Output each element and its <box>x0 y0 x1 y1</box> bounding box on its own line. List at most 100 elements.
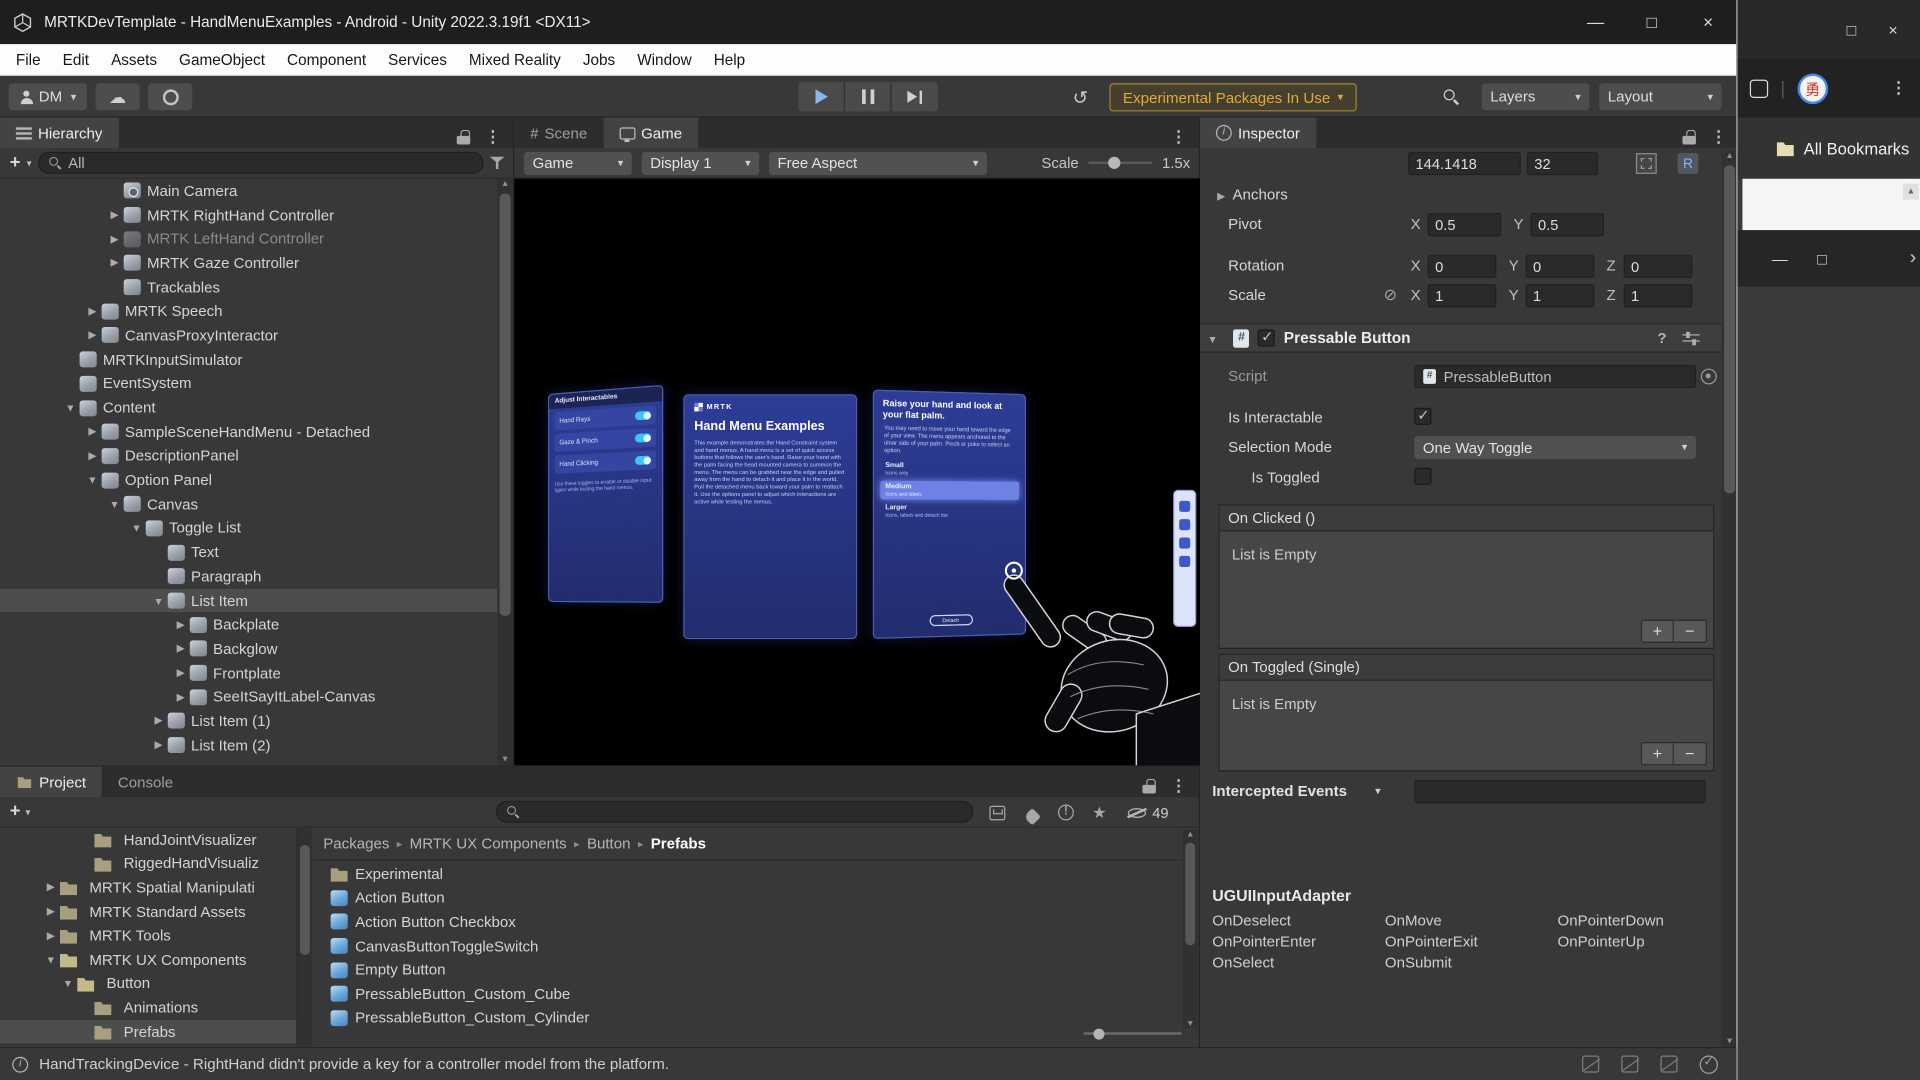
rotation-x-field[interactable]: 0 <box>1428 255 1497 278</box>
create-object-button[interactable] <box>10 152 21 174</box>
step-button[interactable] <box>891 82 938 111</box>
display-dropdown[interactable]: Display 1 <box>642 151 760 174</box>
hand-menu-option[interactable]: Small Icons only <box>880 459 1019 479</box>
expand-arrow-icon[interactable]: ▶ <box>105 256 123 269</box>
expand-arrow-icon[interactable]: ▶ <box>149 714 167 727</box>
maximize-button[interactable]: □ <box>1624 0 1680 44</box>
browser-menu-icon[interactable] <box>1891 77 1907 99</box>
layers-dropdown[interactable]: Layers <box>1482 83 1590 110</box>
expand-arrow-icon[interactable]: ▶ <box>171 642 189 655</box>
browser-close-button[interactable]: × <box>1872 20 1914 38</box>
expand-arrow-icon[interactable]: ▶ <box>83 425 101 438</box>
pivot-x-field[interactable]: 0.5 <box>1428 213 1501 236</box>
hierarchy-row[interactable]: EventSystem <box>0 372 497 396</box>
mute-icon[interactable] <box>1582 1056 1599 1073</box>
inspector-scrollbar[interactable]: ▲ ▼ <box>1722 151 1737 1047</box>
game-view-dropdown[interactable]: Game <box>524 151 632 174</box>
toggle-row[interactable]: Hand Clicking <box>555 450 656 473</box>
experimental-packages-button[interactable]: Experimental Packages In Use <box>1109 83 1356 111</box>
inspector-menu-icon[interactable] <box>1711 126 1727 148</box>
hierarchy-row[interactable]: ▶ MRTK RightHand Controller <box>0 203 497 227</box>
create-asset-button[interactable] <box>10 801 21 823</box>
create-asset-dropdown-icon[interactable]: ▾ <box>25 806 30 817</box>
hierarchy-search-input[interactable]: All <box>38 152 484 174</box>
is-interactable-checkbox[interactable] <box>1414 408 1431 425</box>
expand-arrow-icon[interactable]: ▶ <box>105 232 123 245</box>
script-object-field[interactable]: PressableButton <box>1414 365 1696 388</box>
project-tree-row[interactable]: Animations <box>0 996 296 1020</box>
toolbar-search-button[interactable] <box>1442 88 1459 111</box>
menu-item[interactable]: Jobs <box>572 44 626 75</box>
pressable-button-header[interactable]: Pressable Button <box>1200 323 1736 352</box>
tab-hierarchy[interactable]: Hierarchy <box>0 118 118 149</box>
expand-arrow-icon[interactable]: ▶ <box>105 208 123 221</box>
hierarchy-row[interactable]: ▶ List Item (2) <box>0 733 497 757</box>
toggle-row[interactable]: Hand Rays <box>555 405 656 430</box>
intercepted-events-field[interactable] <box>1414 780 1705 803</box>
create-dropdown-icon[interactable]: ▾ <box>27 157 32 168</box>
asset-row[interactable]: Action Button <box>313 886 1182 910</box>
scale-y-field[interactable]: 1 <box>1526 284 1595 307</box>
expand-arrow-icon[interactable]: ▼ <box>149 595 167 607</box>
tab-preview-icon[interactable] <box>1750 79 1768 97</box>
hidden-packages-toggle[interactable]: 49 <box>1127 804 1169 821</box>
component-foldout-icon[interactable] <box>1207 327 1225 349</box>
scale-slider[interactable] <box>1089 162 1153 164</box>
game-panel-menu-icon[interactable] <box>1171 126 1187 148</box>
hierarchy-row[interactable]: ▼ Toggle List <box>0 516 497 540</box>
hierarchy-row[interactable]: MRTKInputSimulator <box>0 348 497 372</box>
rotation-z-field[interactable]: 0 <box>1624 255 1693 278</box>
pause-button[interactable] <box>845 82 892 111</box>
project-tree-row[interactable]: ▶ MRTK Spatial Manipulati <box>0 876 296 900</box>
menu-item[interactable]: Window <box>626 44 702 75</box>
expand-arrow-icon[interactable]: ▶ <box>42 929 60 942</box>
add-event-button[interactable]: + <box>1642 743 1674 764</box>
favorites-icon[interactable] <box>1092 802 1106 824</box>
rotation-y-field[interactable]: 0 <box>1526 255 1595 278</box>
profile-avatar[interactable]: 勇 <box>1797 73 1828 104</box>
hierarchy-row[interactable]: ▶ Backplate <box>0 613 497 637</box>
tab-game[interactable]: Game <box>603 118 698 149</box>
flyout-scroll-up-icon[interactable]: ▲ <box>1903 184 1919 200</box>
breadcrumb-item[interactable]: Packages <box>323 835 389 852</box>
asset-zoom-slider[interactable] <box>1084 1029 1182 1039</box>
hierarchy-row[interactable]: ▶ DescriptionPanel <box>0 444 497 468</box>
hierarchy-row[interactable]: ▶ List Item (1) <box>0 709 497 733</box>
expand-arrow-icon[interactable]: ▼ <box>105 498 123 510</box>
asset-row[interactable]: PressableButton_Custom_Cylinder <box>313 1006 1182 1030</box>
tab-console[interactable]: Console <box>102 767 189 798</box>
rect-width-field[interactable]: 144.1418 <box>1408 152 1521 175</box>
asset-row[interactable]: Empty Button <box>313 958 1182 982</box>
cloud-services-button[interactable] <box>96 83 140 110</box>
hierarchy-row[interactable]: ▼ Canvas <box>0 492 497 516</box>
presets-icon[interactable] <box>1682 331 1699 344</box>
hierarchy-scrollbar[interactable]: ▲ ▼ <box>497 179 513 766</box>
hierarchy-row[interactable]: ▼ Option Panel <box>0 468 497 492</box>
project-tree-row[interactable]: Prefabs <box>0 1020 296 1044</box>
toggle-switch[interactable] <box>635 411 651 421</box>
add-event-button[interactable]: + <box>1642 621 1674 642</box>
expand-arrow-icon[interactable]: ▼ <box>83 474 101 486</box>
project-lock-icon[interactable] <box>1142 779 1155 794</box>
hierarchy-row[interactable]: ▶ Backglow <box>0 637 497 661</box>
remove-event-button[interactable]: − <box>1674 743 1706 764</box>
layout-dropdown[interactable]: Layout <box>1599 83 1721 110</box>
search-alert-icon[interactable] <box>1058 804 1074 826</box>
browser-maximize-button[interactable]: □ <box>1831 20 1873 38</box>
expand-arrow-icon[interactable]: ▼ <box>61 402 79 414</box>
hierarchy-row[interactable]: ▶ SampleSceneHandMenu - Detached <box>0 420 497 444</box>
search-by-label-icon[interactable] <box>1026 807 1038 829</box>
tab-scene[interactable]: Scene <box>514 118 603 149</box>
hierarchy-row[interactable]: ▼ List Item <box>0 589 497 613</box>
hierarchy-row[interactable]: ▶ MRTK Gaze Controller <box>0 251 497 275</box>
hierarchy-row[interactable]: Main Camera <box>0 179 497 203</box>
menu-item[interactable]: Help <box>703 44 757 75</box>
rect-height-field[interactable]: 32 <box>1527 152 1598 175</box>
undo-history-button[interactable] <box>1073 87 1088 110</box>
anchors-foldout[interactable]: Anchors <box>1217 184 1731 208</box>
remove-event-button[interactable]: − <box>1674 621 1706 642</box>
asset-list-scrollbar[interactable]: ▲ ▼ <box>1183 830 1198 1028</box>
project-tree-row[interactable]: RiggedHandVisualiz <box>0 852 296 876</box>
hierarchy-row[interactable]: ▶ CanvasProxyInteractor <box>0 323 497 347</box>
tab-inspector[interactable]: Inspector <box>1200 118 1316 149</box>
